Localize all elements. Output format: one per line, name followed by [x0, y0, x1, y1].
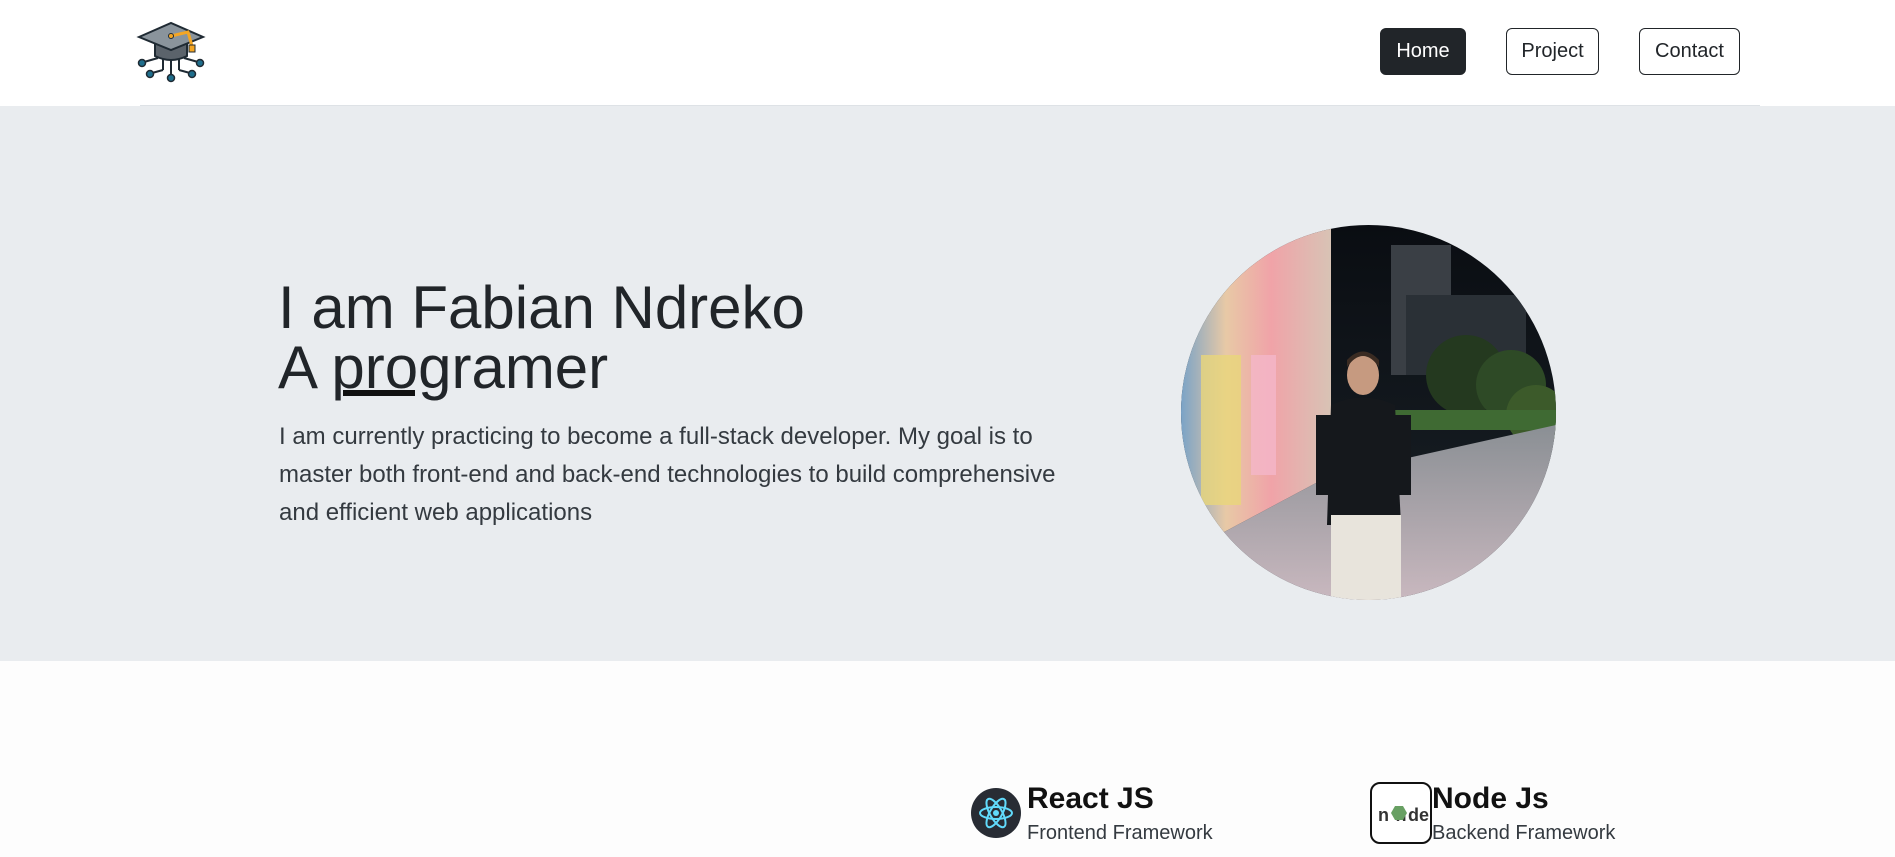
react-icon: [971, 788, 1021, 838]
nodejs-icon: n n de: [1370, 782, 1432, 844]
nav-contact-button[interactable]: Contact: [1639, 28, 1740, 75]
typed-text: pro: [331, 338, 418, 398]
hero-subtitle: A pro gramer: [278, 338, 608, 398]
graduation-cap-logo-icon[interactable]: [136, 18, 206, 86]
skill-node: n n de Node Js Backend Framework: [1370, 780, 1620, 846]
site-header: Home Project Contact: [0, 0, 1895, 106]
hero-subtitle-prefix: A: [278, 334, 332, 401]
svg-text:de: de: [1408, 805, 1429, 825]
nav-home-button[interactable]: Home: [1380, 28, 1466, 75]
nav-project-button[interactable]: Project: [1506, 28, 1599, 75]
hero-subtitle-rest: gramer: [418, 334, 609, 401]
skill-description: Backend Framework: [1432, 822, 1616, 844]
hero-section: I am Fabian Ndreko A pro gramer I am curr…: [0, 106, 1895, 661]
skill-name: React JS: [1027, 782, 1154, 815]
skill-description: Frontend Framework: [1027, 822, 1213, 844]
skill-name: Node Js: [1432, 782, 1549, 815]
profile-photo: [1181, 225, 1556, 600]
typing-caret: [343, 390, 416, 396]
skill-react: React JS Frontend Framework: [971, 780, 1231, 846]
hero-description: I am currently practicing to become a fu…: [279, 423, 1056, 526]
svg-text:n: n: [1378, 805, 1389, 825]
hero-title: I am Fabian Ndreko: [278, 274, 805, 341]
